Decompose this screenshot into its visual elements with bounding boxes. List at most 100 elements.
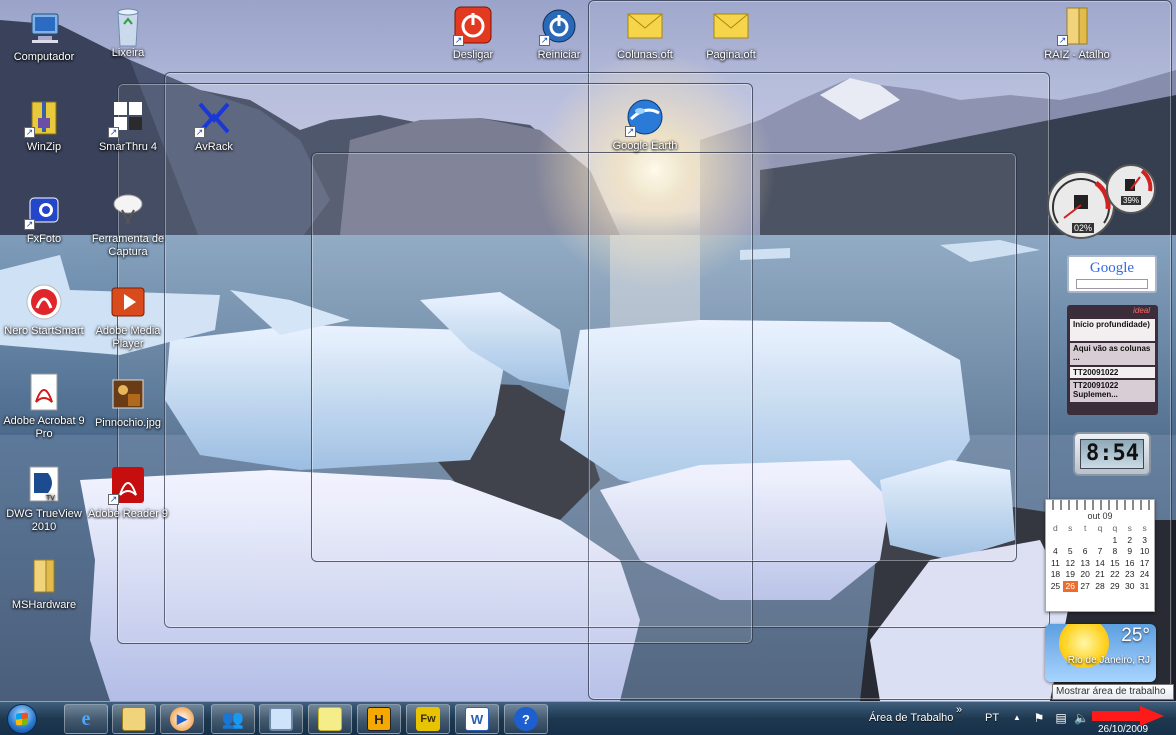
clock-time: 8:54 (1080, 439, 1144, 469)
calendar-day[interactable]: 11 (1048, 558, 1063, 570)
desktop-icon-nero[interactable]: Nero StartSmart (0, 282, 88, 338)
computer-icon (24, 8, 64, 48)
cpu-meter-gadget[interactable]: 02% 39% (1046, 163, 1156, 243)
calendar-day[interactable]: 14 (1093, 558, 1108, 570)
desktop-icon-smarthru[interactable]: ↗ SmarThru 4 (84, 98, 172, 154)
feed-item[interactable]: TT20091022 (1070, 367, 1155, 378)
calendar-weekday-header: d (1053, 523, 1058, 533)
taskbar-button-fireworks[interactable]: Fw (406, 704, 450, 734)
taskbar-button-monitor[interactable] (259, 704, 303, 734)
desktop-icon-winzip[interactable]: ↗ WinZip (0, 98, 88, 154)
calendar-month[interactable]: out 09 (1046, 511, 1154, 521)
calendar-day[interactable]: 22 (1107, 569, 1122, 581)
action-center-flag-icon[interactable]: ⚑ (1032, 712, 1046, 724)
desktop-icon-label: DWG TrueView 2010 (6, 508, 82, 533)
taskbar-button-ie[interactable]: e (64, 704, 108, 734)
start-button[interactable] (3, 703, 41, 735)
sticky-notes-icon (318, 707, 342, 731)
calendar-day[interactable]: 28 (1093, 581, 1108, 593)
desktop-icon-desligar[interactable]: ↗ Desligar (429, 6, 517, 62)
calendar-day[interactable]: 8 (1107, 546, 1122, 558)
calendar-day[interactable]: 31 (1137, 581, 1152, 593)
envelope-icon (711, 6, 751, 46)
feed-headlines-gadget[interactable]: ideal Início profundidade) Aqui vão as c… (1067, 305, 1158, 415)
calendar-day[interactable]: 30 (1122, 581, 1137, 593)
desktop-icon-fxfoto[interactable]: ↗ FxFoto (0, 190, 88, 246)
windows-logo-icon (7, 704, 37, 734)
volume-icon[interactable]: 🔈 (1074, 712, 1089, 724)
taskbar-button-media[interactable]: ▶ (160, 704, 204, 734)
feed-item[interactable]: TT20091022 Suplemen... (1070, 380, 1155, 402)
calendar-day[interactable]: 7 (1093, 546, 1108, 558)
calendar-day[interactable]: 20 (1078, 569, 1093, 581)
calendar-day[interactable]: 27 (1078, 581, 1093, 593)
desktop-icon-mshardware[interactable]: MSHardware (0, 556, 88, 612)
google-search-gadget[interactable]: Google (1067, 255, 1157, 293)
taskbar-button-h-app[interactable]: H (357, 704, 401, 734)
show-hidden-icons-icon[interactable]: ▲ (1010, 712, 1024, 724)
desktop-icon-lixeira[interactable]: Lixeira (84, 4, 172, 60)
avrack-icon: ↗ (194, 98, 234, 138)
calendar-gadget[interactable]: out 09 d s t q q s s 1 2 3 4 5 6 7 8 9 10 11 12 13 14 15 16 17 1… (1045, 499, 1155, 612)
shortcut-arrow-icon: ↗ (1057, 35, 1068, 46)
desktop-icon-colunas[interactable]: Colunas.oft (601, 6, 689, 62)
calendar-day (1078, 535, 1093, 547)
calendar-day[interactable]: 2 (1122, 535, 1137, 547)
calendar-day[interactable]: 5 (1063, 546, 1078, 558)
calendar-day[interactable]: 1 (1107, 535, 1122, 547)
feed-item[interactable]: Início profundidade) (1070, 319, 1155, 341)
calendar-day[interactable]: 3 (1137, 535, 1152, 547)
language-indicator[interactable]: PT (985, 712, 999, 724)
desktop-icon-google-earth[interactable]: ↗ Google Earth (601, 97, 689, 153)
desktop-toolbar-label[interactable]: Área de Trabalho (869, 712, 953, 724)
calendar-day[interactable]: 4 (1048, 546, 1063, 558)
calendar-day[interactable]: 24 (1137, 569, 1152, 581)
calendar-day[interactable]: 17 (1137, 558, 1152, 570)
feed-item[interactable]: Aqui vão as colunas ... (1070, 343, 1155, 365)
taskbar-button-explorer[interactable] (112, 704, 156, 734)
recycle-bin-icon (108, 4, 148, 47)
calendar-day[interactable]: 9 (1122, 546, 1137, 558)
google-search-input[interactable] (1076, 279, 1148, 289)
desktop[interactable]: Computador Lixeira ↗ WinZip ↗ SmarThru 4… (0, 0, 1176, 701)
network-icon[interactable]: ▤ (1054, 712, 1068, 724)
shortcut-arrow-icon: ↗ (108, 494, 119, 505)
desktop-icon-label: AvRack (195, 141, 233, 153)
calendar-day[interactable]: 18 (1048, 569, 1063, 581)
calendar-day[interactable]: 25 (1048, 581, 1063, 593)
desktop-icon-media-player[interactable]: Adobe Media Player (84, 282, 172, 351)
calendar-day[interactable]: 15 (1107, 558, 1122, 570)
calendar-day[interactable]: 6 (1078, 546, 1093, 558)
taskbar-button-help[interactable]: ? (504, 704, 548, 734)
desktop-icon-pagina[interactable]: Pagina.oft (687, 6, 775, 62)
calendar-weekday-header: q (1112, 523, 1118, 533)
desktop-icon-reiniciar[interactable]: ↗ Reiniciar (515, 6, 603, 62)
desktop-icon-computador[interactable]: Computador (0, 8, 88, 64)
calendar-today[interactable]: 26 (1062, 580, 1078, 592)
taskbar-button-word[interactable]: W (455, 704, 499, 734)
desktop-icon-avrack[interactable]: ↗ AvRack (170, 98, 258, 154)
desktop-icon-label: Pagina.oft (706, 49, 756, 61)
calendar-day[interactable]: 10 (1137, 546, 1152, 558)
calendar-day[interactable]: 21 (1093, 569, 1108, 581)
clock-gadget[interactable]: 8:54 (1073, 432, 1151, 476)
calendar-day[interactable]: 19 (1063, 569, 1078, 581)
desktop-icon-label: Nero StartSmart (4, 325, 84, 337)
desktop-icon-captura[interactable]: Ferramenta de Captura (84, 190, 172, 259)
desktop-icon-raiz[interactable]: ↗ RAIZ - Atalho (1033, 6, 1121, 62)
taskbar-button-notes[interactable] (308, 704, 352, 734)
calendar-day[interactable]: 29 (1107, 581, 1122, 593)
calendar-day[interactable]: 23 (1122, 569, 1137, 581)
taskbar-button-people[interactable]: 👥 (211, 704, 255, 734)
desktop-icon-pinnochio[interactable]: Pinnochio.jpg (84, 374, 172, 430)
weather-gadget[interactable]: 25° Rio de Janeiro, RJ (1045, 624, 1156, 682)
calendar-day[interactable]: 12 (1063, 558, 1078, 570)
desktop-icon-reader[interactable]: ↗ Adobe Reader 9 (84, 465, 172, 521)
desktop-icon-acrobat[interactable]: Adobe Acrobat 9 Pro (0, 372, 88, 441)
calendar-day[interactable]: 16 (1122, 558, 1137, 570)
calendar-day[interactable]: 13 (1078, 558, 1093, 570)
toolbar-chevron[interactable]: » (956, 704, 962, 716)
fireworks-icon: Fw (416, 707, 440, 731)
desktop-icon-label: Desligar (452, 49, 494, 61)
desktop-icon-dwg[interactable]: TV DWG TrueView 2010 (0, 465, 88, 534)
